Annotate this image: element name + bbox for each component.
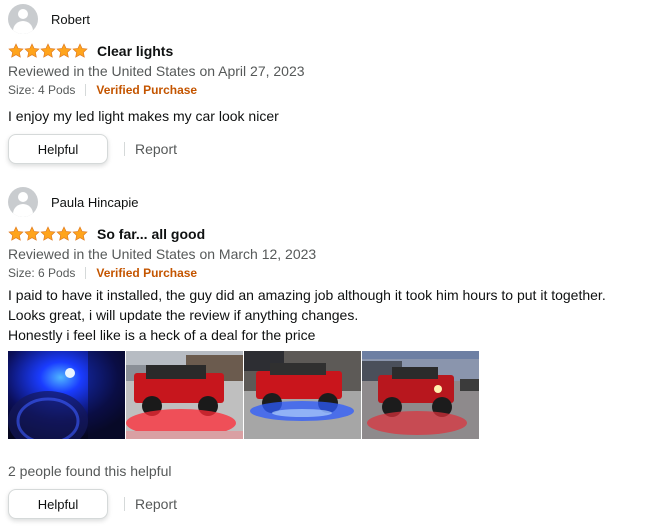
divider — [85, 84, 87, 96]
size-option[interactable]: Size: 6 Pods — [8, 266, 75, 280]
review-images — [8, 351, 644, 439]
red-jeep-dusk-photo — [362, 351, 479, 439]
star-icon — [24, 43, 40, 59]
red-jeep-blue-lights-photo — [244, 351, 361, 439]
reviewer-name[interactable]: Paula Hincapie — [51, 195, 138, 210]
review-text: Looks great, i will update the review if… — [8, 307, 359, 323]
review-text: Honestly i feel like is a heck of a deal… — [8, 327, 316, 343]
red-jeep-red-lights-photo — [126, 351, 243, 439]
star-rating[interactable] — [8, 43, 88, 59]
star-rating[interactable] — [8, 226, 88, 242]
star-icon — [24, 226, 40, 242]
reviewer-name[interactable]: Robert — [51, 12, 90, 27]
review-body: I enjoy my led light makes my car look n… — [8, 106, 644, 126]
helpful-button[interactable]: Helpful — [8, 134, 108, 164]
avatar — [8, 4, 38, 34]
divider — [124, 142, 125, 156]
review-text: I paid to have it installed, the guy did… — [8, 287, 606, 303]
review-card: Robert Clear lights Reviewed in the Unit… — [8, 4, 644, 164]
reviewer-profile[interactable]: Robert — [8, 4, 644, 34]
review-image-thumbnail[interactable] — [126, 351, 243, 439]
star-icon — [8, 43, 24, 59]
review-image-thumbnail[interactable] — [362, 351, 479, 439]
review-actions: Helpful Report — [8, 489, 644, 519]
review-card: Paula Hincapie So far... all good Review… — [8, 187, 644, 519]
avatar — [8, 187, 38, 217]
star-icon — [8, 226, 24, 242]
review-format: Size: 6 Pods Verified Purchase — [8, 265, 644, 281]
review-title-row: Clear lights — [8, 42, 644, 60]
review-text: I enjoy my led light makes my car look n… — [8, 108, 279, 124]
helpful-button[interactable]: Helpful — [8, 489, 108, 519]
review-title-row: So far... all good — [8, 225, 644, 243]
review-format: Size: 4 Pods Verified Purchase — [8, 82, 644, 98]
reviewer-profile[interactable]: Paula Hincapie — [8, 187, 644, 217]
star-icon — [72, 226, 88, 242]
review-date: Reviewed in the United States on April 2… — [8, 63, 305, 79]
review-image-thumbnail[interactable] — [244, 351, 361, 439]
size-option[interactable]: Size: 4 Pods — [8, 83, 75, 97]
divider — [85, 267, 87, 279]
review-body: I paid to have it installed, the guy did… — [8, 285, 644, 345]
star-icon — [40, 43, 56, 59]
blue-light-wheel-photo — [8, 351, 125, 439]
star-icon — [72, 43, 88, 59]
review-image-thumbnail[interactable] — [8, 351, 125, 439]
review-title[interactable]: Clear lights — [97, 43, 173, 59]
review-actions: Helpful Report — [8, 134, 644, 164]
star-icon — [56, 226, 72, 242]
report-link[interactable]: Report — [135, 496, 177, 512]
review-date: Reviewed in the United States on March 1… — [8, 246, 317, 262]
report-link[interactable]: Report — [135, 141, 177, 157]
divider — [124, 497, 125, 511]
star-icon — [40, 226, 56, 242]
review-title[interactable]: So far... all good — [97, 226, 205, 242]
star-icon — [56, 43, 72, 59]
verified-purchase-badge: Verified Purchase — [96, 83, 198, 97]
verified-purchase-badge: Verified Purchase — [96, 266, 198, 280]
helpful-count: 2 people found this helpful — [8, 463, 172, 479]
